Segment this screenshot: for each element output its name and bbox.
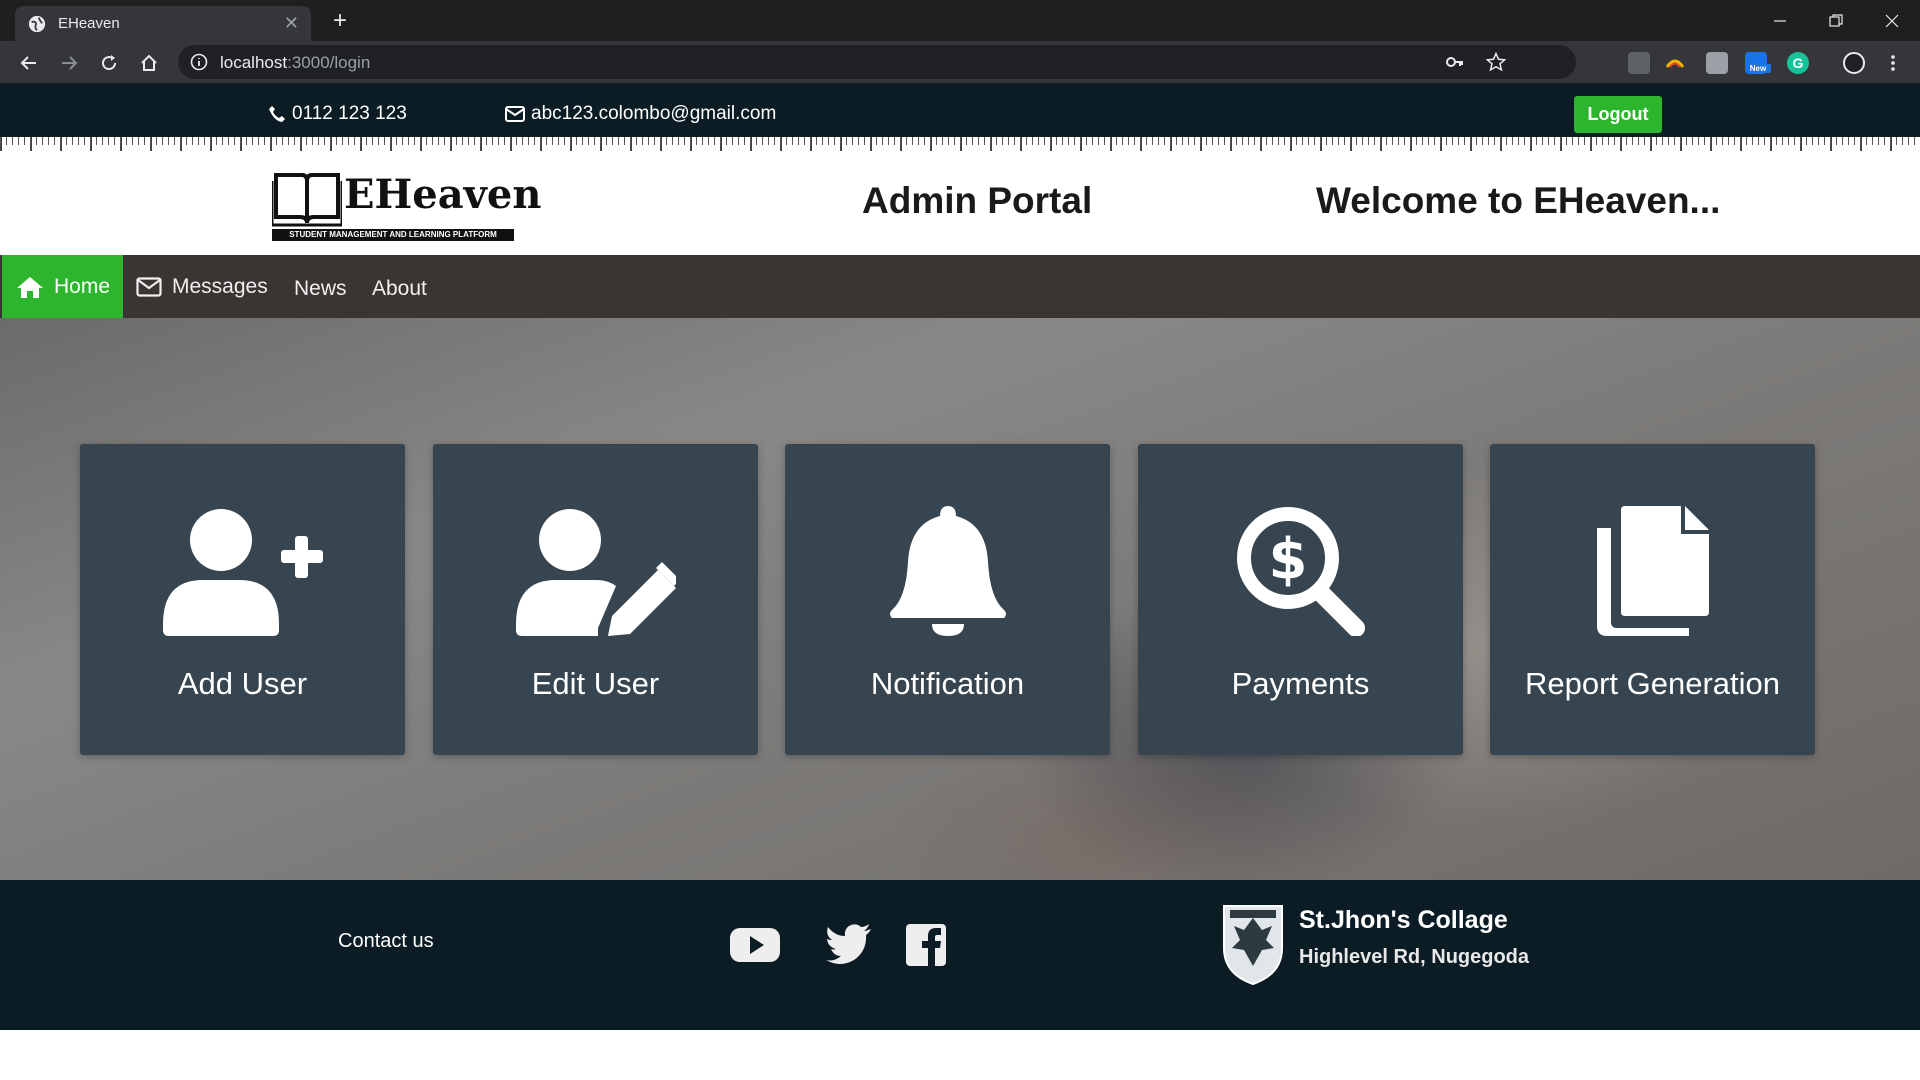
add-user-tile[interactable]: Add User [80, 444, 405, 755]
tile-label: Edit User [531, 666, 660, 701]
globe-icon [28, 15, 46, 32]
edit-user-tile[interactable]: Edit User [433, 444, 758, 755]
copy-file-icon [1490, 506, 1815, 636]
user-plus-icon [80, 506, 405, 636]
site-footer: Contact us St.Jhon's Collage Highlevel R… [0, 880, 1920, 1030]
page-title: Admin Portal [862, 180, 1093, 221]
main-nav: Home Messages News About [0, 255, 1920, 318]
page-bottom-spacer [0, 1030, 1920, 1080]
email-address: abc123.colombo@gmail.com [531, 103, 777, 124]
ruler-divider [0, 137, 1920, 155]
url-host: localhost [220, 53, 288, 72]
nav-item-messages[interactable]: Messages [136, 255, 268, 318]
rainbow-extension-icon[interactable] [1664, 52, 1686, 74]
nav-label: Home [54, 274, 111, 298]
minimize-icon[interactable] [1752, 0, 1808, 41]
tile-label: Add User [177, 666, 308, 701]
close-window-icon[interactable] [1864, 0, 1920, 41]
bookmark-star-icon[interactable] [1486, 52, 1506, 72]
facebook-icon[interactable] [906, 924, 946, 971]
selenium-extension-icon[interactable] [1628, 52, 1650, 74]
forward-arrow-icon[interactable] [56, 50, 82, 76]
phone-icon [269, 106, 285, 122]
reload-icon[interactable] [96, 50, 122, 76]
eheaven-logo[interactable]: EHeaven STUDENT MANAGEMENT AND LEARNING … [272, 167, 541, 241]
school-crest-logo [1222, 904, 1284, 986]
twitter-icon[interactable] [826, 924, 872, 969]
envelope-icon [136, 276, 162, 297]
url-text: localhost:3000/login [220, 53, 370, 73]
browser-tab-bar: EHeaven ✕ + [0, 0, 1920, 41]
site-top-bar: 0112 123 123 abc123.colombo@gmail.com Lo… [0, 83, 1920, 137]
logout-button[interactable]: Logout [1574, 96, 1662, 133]
email-contact: abc123.colombo@gmail.com [505, 103, 776, 125]
back-arrow-icon[interactable] [16, 50, 42, 76]
news-extension-icon[interactable]: New [1745, 52, 1771, 74]
bag-extension-icon[interactable] [1706, 52, 1728, 74]
youtube-icon[interactable] [730, 924, 780, 969]
hero-background: Add User Edit User Notification $ Paymen… [0, 318, 1920, 880]
tab-close-icon[interactable]: ✕ [284, 13, 299, 34]
menu-kebab-icon[interactable] [1880, 50, 1906, 76]
new-badge: New [1745, 64, 1771, 73]
url-path: :3000/login [287, 53, 371, 72]
nav-item-about[interactable]: About [372, 255, 427, 318]
tile-label: Payments [1231, 666, 1370, 701]
home-icon [17, 276, 43, 298]
key-icon[interactable] [1446, 54, 1464, 70]
home-browser-icon[interactable] [136, 50, 162, 76]
grammarly-icon[interactable]: G [1787, 52, 1809, 74]
svg-text:$: $ [1268, 527, 1307, 592]
school-name: St.Jhon's Collage [1299, 906, 1508, 934]
notification-tile[interactable]: Notification [785, 444, 1110, 755]
profile-avatar[interactable] [1843, 52, 1865, 74]
tile-label: Notification [870, 666, 1025, 701]
payments-tile[interactable]: $ Payments [1138, 444, 1463, 755]
contact-us-link[interactable]: Contact us [338, 930, 434, 953]
restore-icon[interactable] [1808, 0, 1864, 41]
bell-icon [785, 506, 1110, 636]
nav-item-news[interactable]: News [294, 255, 347, 318]
nav-label: About [372, 276, 427, 300]
address-bar[interactable]: localhost:3000/login [178, 45, 1576, 79]
welcome-heading: Welcome to EHeaven... [1316, 180, 1721, 221]
browser-tab[interactable]: EHeaven ✕ [15, 6, 311, 41]
phone-contact: 0112 123 123 [268, 103, 407, 125]
nav-label: Messages [172, 274, 268, 298]
user-edit-icon [433, 506, 758, 636]
report-generation-tile[interactable]: Report Generation [1490, 444, 1815, 755]
search-dollar-icon: $ [1138, 506, 1463, 636]
nav-label: News [294, 276, 347, 300]
logo-wordmark: EHeaven [344, 171, 542, 218]
tab-title: EHeaven [58, 15, 120, 32]
logo-tagline: STUDENT MANAGEMENT AND LEARNING PLATFORM [272, 229, 514, 241]
new-tab-plus-icon[interactable]: + [325, 6, 355, 36]
tile-label: Report Generation [1524, 666, 1781, 701]
school-address: Highlevel Rd, Nugegoda [1299, 946, 1530, 968]
envelope-icon [505, 106, 525, 122]
open-book-icon [272, 173, 342, 227]
site-header: EHeaven STUDENT MANAGEMENT AND LEARNING … [0, 155, 1920, 255]
info-icon[interactable] [190, 53, 208, 71]
phone-number: 0112 123 123 [292, 103, 407, 124]
nav-item-home[interactable]: Home [2, 255, 123, 318]
browser-toolbar: localhost:3000/login New G [0, 41, 1920, 83]
